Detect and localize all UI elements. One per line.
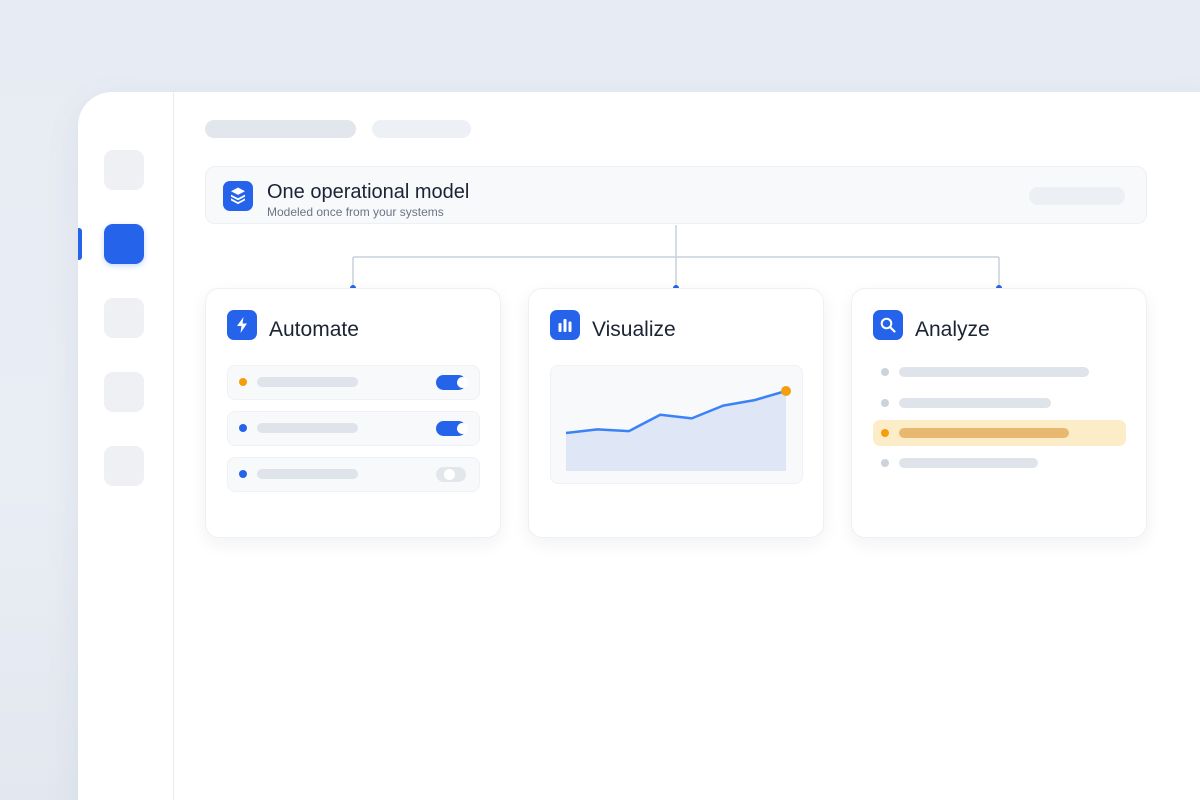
toggle-knob xyxy=(444,469,455,480)
item-dot xyxy=(881,429,889,437)
status-dot xyxy=(239,470,247,478)
rule-label-placeholder xyxy=(257,377,358,387)
toggle-knob xyxy=(457,377,468,388)
visualize-title: Visualize xyxy=(592,318,676,341)
rule-toggle[interactable] xyxy=(436,375,468,390)
automate-title: Automate xyxy=(269,318,359,341)
item-label-placeholder xyxy=(899,428,1069,438)
analysis-item[interactable] xyxy=(873,390,1126,416)
analysis-item-highlighted[interactable] xyxy=(873,420,1126,446)
rule-toggle[interactable] xyxy=(436,467,466,482)
bar-chart-icon xyxy=(550,310,580,340)
item-label-placeholder xyxy=(899,398,1051,408)
item-dot xyxy=(881,459,889,467)
status-dot xyxy=(239,424,247,432)
analysis-item[interactable] xyxy=(873,450,1126,476)
visualize-card[interactable]: Visualize xyxy=(528,288,824,538)
trend-chart-svg xyxy=(565,386,791,471)
analyze-title: Analyze xyxy=(915,318,990,341)
automation-rule-row[interactable] xyxy=(227,365,480,400)
lightning-icon xyxy=(227,310,257,340)
item-dot xyxy=(881,368,889,376)
analysis-item[interactable] xyxy=(873,359,1126,385)
item-label-placeholder xyxy=(899,458,1038,468)
toggle-knob xyxy=(457,423,468,434)
chart-area-fill xyxy=(566,391,786,471)
chart-latest-point xyxy=(781,386,791,396)
automate-card[interactable]: Automate xyxy=(205,288,501,538)
search-icon xyxy=(873,310,903,340)
item-dot xyxy=(881,399,889,407)
trend-chart xyxy=(550,365,803,484)
automation-rule-row[interactable] xyxy=(227,411,480,446)
item-label-placeholder xyxy=(899,367,1089,377)
rule-label-placeholder xyxy=(257,469,358,479)
analyze-card[interactable]: Analyze xyxy=(851,288,1147,538)
rule-label-placeholder xyxy=(257,423,358,433)
rule-toggle[interactable] xyxy=(436,421,468,436)
status-dot xyxy=(239,378,247,386)
automation-rule-row[interactable] xyxy=(227,457,480,492)
app-window: One operational model Modeled once from … xyxy=(78,92,1200,800)
